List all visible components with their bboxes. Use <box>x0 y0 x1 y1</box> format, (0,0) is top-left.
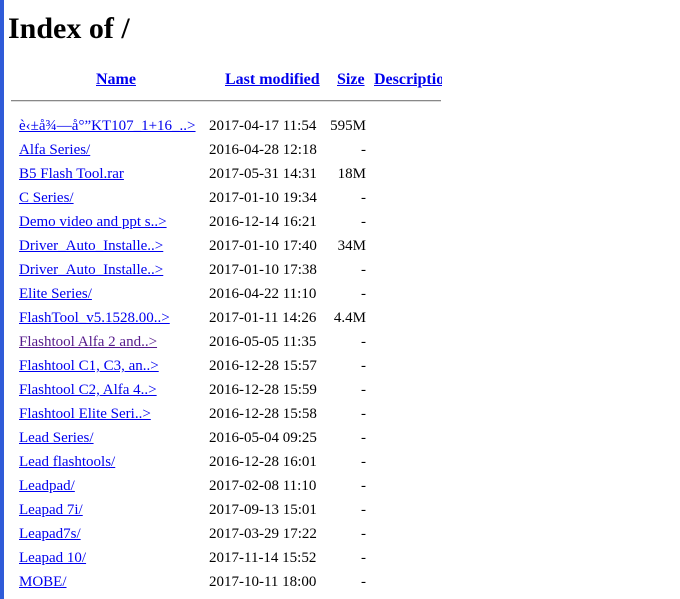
last-modified-cell: 2017-01-11 14:26 <box>209 310 317 326</box>
size-cell: 4.4M <box>333 310 366 326</box>
size-cell: - <box>361 190 366 206</box>
table-row: Flashtool C1, C3, an..> 2016-12-28 15:57 - <box>0 354 680 378</box>
size-cell: - <box>361 502 366 518</box>
file-link[interactable]: Flashtool Elite Seri..> <box>19 402 151 426</box>
last-modified-cell: 2017-01-10 19:34 <box>209 190 317 206</box>
sort-by-description-link[interactable]: Description <box>374 71 442 89</box>
file-link[interactable]: Leapad 10/ <box>19 546 86 570</box>
file-link[interactable]: Leadpad/ <box>19 474 75 498</box>
header-divider <box>11 100 441 102</box>
last-modified-cell: 2017-05-31 14:31 <box>209 166 317 182</box>
last-modified-cell: 2017-03-29 17:22 <box>209 526 317 542</box>
size-cell: - <box>361 286 366 302</box>
last-modified-cell: 2016-04-28 12:18 <box>209 142 317 158</box>
file-link[interactable]: FlashTool_v5.1528.00..> <box>19 306 170 330</box>
table-row: B5 Flash Tool.rar 2017-05-31 14:31 18M <box>0 162 680 186</box>
last-modified-cell: 2017-09-13 15:01 <box>209 502 317 518</box>
last-modified-cell: 2017-04-17 11:54 <box>209 118 317 134</box>
table-row: Leapad 7i/2017-09-13 15:01 - <box>0 498 680 522</box>
size-cell: - <box>361 262 366 278</box>
last-modified-cell: 2016-05-05 11:35 <box>209 334 317 350</box>
table-row: Flashtool Alfa 2 and..> 2016-05-05 11:35 - <box>0 330 680 354</box>
file-link[interactable]: Alfa Series/ <box>19 138 90 162</box>
last-modified-cell: 2016-12-28 15:57 <box>209 358 317 374</box>
file-link[interactable]: Flashtool C2, Alfa 4..> <box>19 378 157 402</box>
file-link[interactable]: Leapad7s/ <box>19 522 81 546</box>
table-row: MOBE/2017-10-11 18:00 - <box>0 570 680 594</box>
table-row: C Series/2017-01-10 19:34 - <box>0 186 680 210</box>
last-modified-cell: 2017-11-14 15:52 <box>209 550 317 566</box>
file-link[interactable]: C Series/ <box>19 186 74 210</box>
file-link[interactable]: Driver_Auto_Installe..> <box>19 258 163 282</box>
size-cell: - <box>361 382 366 398</box>
size-cell: - <box>361 430 366 446</box>
last-modified-cell: 2017-01-10 17:38 <box>209 262 317 278</box>
size-cell: - <box>361 334 366 350</box>
table-row: Driver_Auto_Installe..> 2017-01-10 17:40 3… <box>0 234 680 258</box>
last-modified-cell: 2016-12-28 15:59 <box>209 382 317 398</box>
table-row: Alfa Series/2016-04-28 12:18 - <box>0 138 680 162</box>
table-row: è‹±å¾—å°”KT107_1+16_..> 2017-04-17 11:54 5… <box>0 114 680 138</box>
size-cell: - <box>361 574 366 590</box>
last-modified-cell: 2017-02-08 11:10 <box>209 478 317 494</box>
table-row: Lead Series/2016-05-04 09:25 - <box>0 426 680 450</box>
sort-by-last-modified-link[interactable]: Last modified <box>225 71 320 89</box>
table-row: Lead flashtools/2016-12-28 16:01 - <box>0 450 680 474</box>
file-link[interactable]: Driver_Auto_Installe..> <box>19 234 163 258</box>
size-cell: - <box>361 526 366 542</box>
size-cell: 595M <box>330 118 366 134</box>
file-link[interactable]: Flashtool C1, C3, an..> <box>19 354 159 378</box>
file-link[interactable]: MOBE/ <box>19 570 67 594</box>
last-modified-cell: 2017-10-11 18:00 <box>209 574 317 590</box>
table-row: Leapad 10/2017-11-14 15:52 - <box>0 546 680 570</box>
last-modified-cell: 2016-04-22 11:10 <box>209 286 317 302</box>
file-link[interactable]: è‹±å¾—å°”KT107_1+16_..> <box>19 114 196 138</box>
file-link[interactable]: B5 Flash Tool.rar <box>19 162 124 186</box>
table-row: FlashTool_v5.1528.00..> 2017-01-11 14:26 4… <box>0 306 680 330</box>
file-link[interactable]: Demo video and ppt s..> <box>19 210 167 234</box>
table-row: Driver_Auto_Installe..> 2017-01-10 17:38 - <box>0 258 680 282</box>
file-link[interactable]: Flashtool Alfa 2 and..> <box>19 330 157 354</box>
last-modified-cell: 2017-01-10 17:40 <box>209 238 317 254</box>
last-modified-cell: 2016-12-28 15:58 <box>209 406 317 422</box>
page-title: Index of / <box>8 12 130 45</box>
file-link[interactable]: Lead flashtools/ <box>19 450 115 474</box>
table-row: Demo video and ppt s..> 2016-12-14 16:21 - <box>0 210 680 234</box>
size-cell: - <box>361 406 366 422</box>
size-cell: - <box>361 550 366 566</box>
last-modified-cell: 2016-12-28 16:01 <box>209 454 317 470</box>
file-link[interactable]: Elite Series/ <box>19 282 92 306</box>
size-cell: 34M <box>337 238 366 254</box>
size-cell: - <box>361 454 366 470</box>
size-cell: - <box>361 142 366 158</box>
table-row: Elite Series/2016-04-22 11:10 - <box>0 282 680 306</box>
file-link[interactable]: Lead Series/ <box>19 426 94 450</box>
file-link[interactable]: Leapad 7i/ <box>19 498 83 522</box>
table-row: Leapad7s/2017-03-29 17:22 - <box>0 522 680 546</box>
table-row: Flashtool C2, Alfa 4..> 2016-12-28 15:59 - <box>0 378 680 402</box>
size-cell: - <box>361 214 366 230</box>
sort-by-name-link[interactable]: Name <box>96 71 136 89</box>
size-cell: - <box>361 358 366 374</box>
sort-by-size-link[interactable]: Size <box>337 71 365 89</box>
table-row: Flashtool Elite Seri..> 2016-12-28 15:58 - <box>0 402 680 426</box>
last-modified-cell: 2016-12-14 16:21 <box>209 214 317 230</box>
size-cell: 18M <box>337 166 366 182</box>
size-cell: - <box>361 478 366 494</box>
table-row: Leadpad/2017-02-08 11:10 - <box>0 474 680 498</box>
description-header-clip: Description <box>370 71 442 93</box>
last-modified-cell: 2016-05-04 09:25 <box>209 430 317 446</box>
